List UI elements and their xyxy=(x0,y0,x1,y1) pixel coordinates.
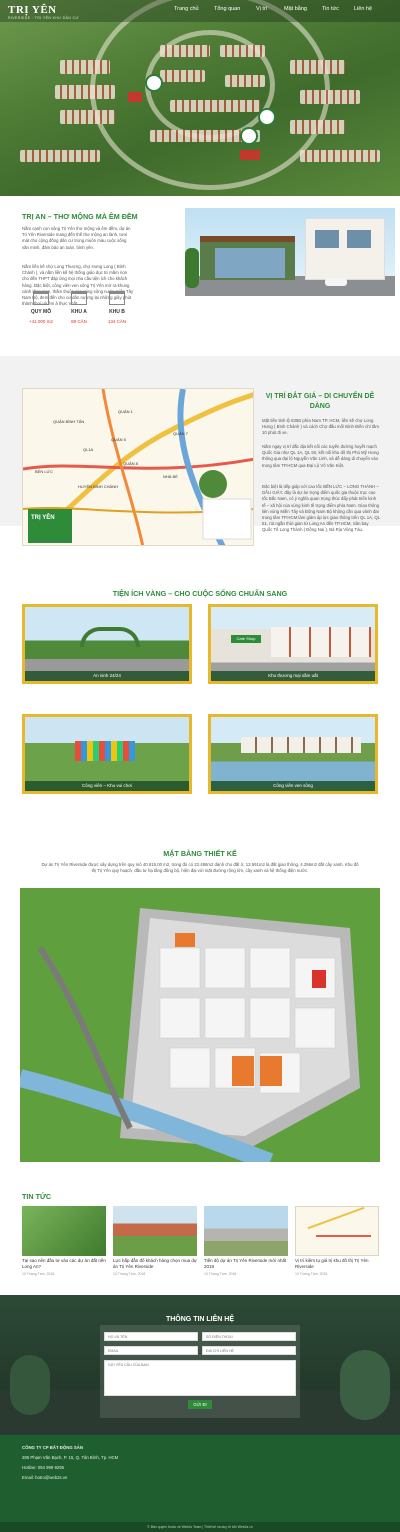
news-card-title[interactable]: Tiến độ dự án Trị Yên Riverside mới nhất… xyxy=(204,1258,288,1270)
email-input[interactable]: EMAIL xyxy=(104,1346,198,1355)
siteplan-image[interactable] xyxy=(20,888,380,1162)
map-pin-icon xyxy=(258,108,276,126)
amenity-tile-security[interactable]: An ninh 24/24 xyxy=(22,604,192,684)
shop-sign: Cafe Shop xyxy=(231,635,261,643)
nav-item-overview[interactable]: Tổng quan xyxy=(214,6,240,12)
news-card[interactable]: Lực hấp dẫn đổ khách hàng chọn mua dự án… xyxy=(113,1206,197,1276)
building-icon xyxy=(33,291,49,305)
news-card[interactable]: Tiến độ dự án Trị Yên Riverside mới nhất… xyxy=(204,1206,288,1276)
amenity-tile-riverside-park[interactable]: Công viên ven sông xyxy=(208,714,378,794)
news-card-title[interactable]: Tại sao nên đầu tư vào các dự án đất nền… xyxy=(22,1258,106,1270)
news-thumbnail[interactable] xyxy=(113,1206,197,1256)
map-label: QL1A xyxy=(83,447,94,452)
map-pin-icon xyxy=(240,127,258,145)
news-card-title[interactable]: Vị trí kiêm tụ giá trị khu đô thị Trị Yê… xyxy=(295,1258,379,1270)
brand-logo[interactable]: TRỊ YÊN RIVERSIDE · TRỊ YÊN KHU DÂN CƯ xyxy=(8,3,79,20)
address-input[interactable]: ĐỊA CHỈ LIÊN HỆ xyxy=(202,1346,296,1355)
map-label: QUẬN 7 xyxy=(173,431,188,436)
map-pin-icon xyxy=(145,74,163,92)
location-paragraph-2: Nằm ngay vị trí đắc địa kết nối các tuyế… xyxy=(262,444,379,468)
stat-zone-b: KHU B 134 CĂN xyxy=(102,291,132,324)
footer-hotline[interactable]: Hotline: 094 999 9295 xyxy=(22,1465,64,1470)
news-thumbnail[interactable] xyxy=(204,1206,288,1256)
news-title: TIN TỨC xyxy=(22,1192,52,1201)
news-card-date: 10 Tháng Tám, 2018 xyxy=(22,1271,55,1276)
townhouse-icon xyxy=(109,291,125,305)
amenity-tile-commercial[interactable]: Cafe Shop Khu thương mại sầm uất xyxy=(208,604,378,684)
send-button[interactable]: GỬI ĐI xyxy=(188,1400,212,1409)
news-thumbnail[interactable] xyxy=(295,1206,379,1256)
intro-paragraph-1: Nằm cạnh con sông Trị Yên thơ mộng và êm… xyxy=(22,226,131,250)
phone-input[interactable]: SỐ ĐIỆN THOẠI xyxy=(202,1332,296,1341)
message-textarea[interactable]: GỬI YÊU CẦU CỦA BẠN xyxy=(104,1360,296,1396)
siteplan-graphic xyxy=(20,888,380,1162)
map-label: HUYỆN BÌNH CHÁNH xyxy=(78,484,119,489)
name-input[interactable]: HỌ VÀ TÊN xyxy=(104,1332,198,1341)
nav-item-news[interactable]: Tin tức xyxy=(322,6,339,12)
top-navbar: TRỊ YÊN RIVERSIDE · TRỊ YÊN KHU DÂN CƯ T… xyxy=(0,0,400,22)
intro-title: TRỊ AN – THƠ MỘNG MÀ ÊM ĐỀM xyxy=(22,212,138,221)
news-card[interactable]: Vị trí kiêm tụ giá trị khu đô thị Trị Yê… xyxy=(295,1206,379,1276)
siteplan-title: MẶT BẰNG THIẾT KẾ xyxy=(163,849,237,858)
amenities-title: TIỆN ÍCH VÀNG – CHO CUỘC SỐNG CHUẨN SANG xyxy=(112,589,288,598)
news-card-title[interactable]: Lực hấp dẫn đổ khách hàng chọn mua dự án… xyxy=(113,1258,197,1270)
news-card-date: 10 Tháng Tám, 2018 xyxy=(113,1271,146,1276)
nav-item-contact[interactable]: Liên hệ xyxy=(354,6,372,12)
location-paragraph-1: Mặt tiền tỉnh lộ 835B phía Nam TP. HCM, … xyxy=(262,418,379,436)
news-card-date: 10 Tháng Tám, 2018 xyxy=(295,1271,328,1276)
siteplan-description: Dự án Trị Yên Riverside được xây dựng tr… xyxy=(41,862,359,874)
map-logo-label: TRỊ YÊN xyxy=(31,515,55,521)
footer-company: CÔNG TY CP BẤT ĐỘNG SẢN xyxy=(22,1445,83,1450)
map-label: QUẬN 8 xyxy=(123,461,138,466)
map-label: QUẬN BÌNH TÂN xyxy=(53,419,85,424)
news-card-date: 10 Tháng Tám, 2018 xyxy=(204,1271,237,1276)
nav-item-siteplan[interactable]: Mặt bằng xyxy=(284,6,307,12)
villa-gate-render xyxy=(185,208,395,296)
location-map: QUẬN 1 QUẬN 5 QUẬN 7 QUẬN 8 QUẬN BÌNH TÂ… xyxy=(22,388,254,546)
nav-item-home[interactable]: Trang chủ xyxy=(174,6,199,12)
map-label: NHÀ BÈ xyxy=(163,474,178,479)
copyright-bar: © Bản quyền thuộc về Web2s Team | Thiết … xyxy=(0,1522,400,1532)
nav-item-location[interactable]: Vị trí xyxy=(256,6,267,12)
map-label: BẾN LỨC xyxy=(35,469,53,474)
location-paragraph-3: Đặc biệt là tiếp giáp với cao tốc BẾN LỨ… xyxy=(262,484,380,533)
location-map-graphic xyxy=(23,389,253,545)
contact-title: THÔNG TIN LIÊN HỆ xyxy=(165,1316,235,1323)
news-thumbnail[interactable] xyxy=(22,1206,106,1256)
map-label: QUẬN 5 xyxy=(111,437,126,442)
hero-aerial-render xyxy=(0,0,400,196)
amenity-tile-park[interactable]: Công viên – Khu vui chơi xyxy=(22,714,192,794)
house-icon xyxy=(71,291,87,305)
brand-name: TRỊ YÊN xyxy=(8,3,57,16)
footer-address: 285 Phạm Văn Bạch, P. 15, Q. Tân Bình, T… xyxy=(22,1455,119,1460)
stat-zone-a: KHU A 89 CĂN xyxy=(64,291,94,324)
footer-email[interactable]: Email: hotro@web2s.vn xyxy=(22,1475,67,1480)
news-card[interactable]: Tại sao nên đầu tư vào các dự án đất nền… xyxy=(22,1206,106,1276)
stat-scale: QUY MÔ +41.000 m2 xyxy=(26,291,56,324)
map-label: QUẬN 1 xyxy=(118,409,133,414)
location-title: VỊ TRÍ ĐẮT GIÁ – DI CHUYỂN DỄ DÀNG xyxy=(265,393,375,410)
brand-tagline: RIVERSIDE · TRỊ YÊN KHU DÂN CƯ xyxy=(8,15,79,20)
